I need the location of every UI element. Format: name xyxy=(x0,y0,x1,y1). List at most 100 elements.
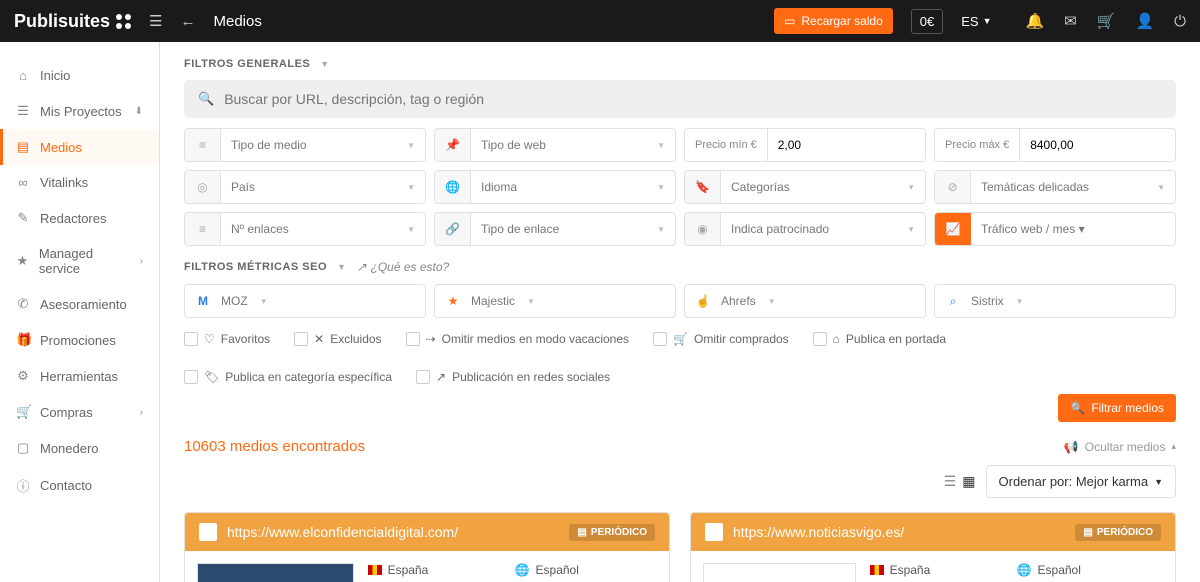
price-max-label: Precio máx € xyxy=(935,129,1020,161)
chk-favoritos[interactable]: ♡Favoritos xyxy=(184,332,270,346)
seo-ahrefs[interactable]: ☝Ahrefs▼ xyxy=(684,284,926,318)
chk-excluidos[interactable]: ✕Excluidos xyxy=(294,332,381,346)
link-icon: ∞ xyxy=(16,175,30,190)
sidebar-item-label: Asesoramiento xyxy=(40,297,127,312)
whatis-link[interactable]: ↗¿Qué es esto? xyxy=(356,260,449,274)
filter-tematicas[interactable]: ⊘Temáticas delicadas▼ xyxy=(934,170,1176,204)
sidebar-item-redactores[interactable]: ✎Redactores xyxy=(0,200,159,236)
user-icon[interactable]: 👤 xyxy=(1135,12,1154,30)
seo-majestic[interactable]: ★Majestic▼ xyxy=(434,284,676,318)
chk-vacaciones[interactable]: ⇢Omitir medios en modo vacaciones xyxy=(406,332,629,346)
search-icon: 🔍 xyxy=(198,91,214,107)
filters-seo-label: FILTROS MÉTRICAS SEO xyxy=(184,261,327,273)
chk-categoria[interactable]: 🏷Publica en categoría específica xyxy=(184,370,392,384)
filters-general-header[interactable]: FILTROS GENERALES ▼ xyxy=(184,58,1176,70)
brand-text: Publisuites xyxy=(14,11,110,32)
balance-badge[interactable]: 0€ xyxy=(911,9,943,34)
filter-label: Temáticas delicadas xyxy=(981,180,1089,194)
search-input[interactable] xyxy=(224,91,1162,107)
sidebar-item-compras[interactable]: 🛒Compras› xyxy=(0,394,159,430)
sidebar-item-managed[interactable]: ★Managed service› xyxy=(0,236,159,286)
chevron-down-icon: ▼ xyxy=(1154,477,1163,487)
chevron-down-icon: ▼ xyxy=(1016,297,1024,306)
back-arrow-icon[interactable]: ← xyxy=(180,13,195,30)
sidebar-item-monedero[interactable]: ▢Monedero xyxy=(0,430,159,466)
sidebar-item-contacto[interactable]: ⓘContacto xyxy=(0,466,159,505)
filter-patrocinado[interactable]: ◉Indica patrocinado▼ xyxy=(684,212,926,246)
filter-categorias[interactable]: 🔖Categorías▼ xyxy=(684,170,926,204)
chk-comprados[interactable]: 🛒Omitir comprados xyxy=(653,332,789,346)
info-lang: 🌐Español xyxy=(515,563,657,577)
search-row: 🔍 xyxy=(184,80,1176,118)
seo-sistrix[interactable]: ⌕Sistrix▼ xyxy=(934,284,1176,318)
filter-btn-label: Filtrar medios xyxy=(1091,401,1164,415)
sort-dropdown[interactable]: Ordenar por: Mejor karma▼ xyxy=(986,465,1176,498)
envelope-icon[interactable]: ✉ xyxy=(1064,12,1077,30)
chevron-down-icon: ▼ xyxy=(983,16,992,26)
pin-icon: 📌 xyxy=(435,129,471,161)
filter-label: Indica patrocinado xyxy=(731,222,829,236)
megaphone-icon: 📢 xyxy=(1064,440,1079,454)
list-icon: ≡ xyxy=(185,129,221,161)
filter-apply-button[interactable]: 🔍Filtrar medios xyxy=(1058,394,1176,422)
filter-precio-max: Precio máx € xyxy=(934,128,1176,162)
bell-icon[interactable]: 🔔 xyxy=(1025,12,1044,30)
filter-nenlaces[interactable]: ≡Nº enlaces▼ xyxy=(184,212,426,246)
seo-label: Ahrefs xyxy=(721,294,756,308)
chevron-down-icon: ▼ xyxy=(407,225,415,234)
sidebar-item-inicio[interactable]: ⌂Inicio xyxy=(0,58,159,93)
filter-tipo-web[interactable]: 📌Tipo de web▼ xyxy=(434,128,676,162)
card-header[interactable]: https://www.elconfidencialdigital.com/ ▤… xyxy=(185,513,669,551)
sidebar-item-vitalinks[interactable]: ∞Vitalinks xyxy=(0,165,159,200)
newspaper-icon: ▤ xyxy=(1083,527,1092,538)
grid-view-icon[interactable]: ▦ xyxy=(962,473,975,490)
price-max-input[interactable] xyxy=(1020,129,1176,161)
sidebar-item-label: Monedero xyxy=(40,441,99,456)
sidebar-item-medios[interactable]: ▤Medios xyxy=(0,129,159,165)
power-icon[interactable]: ⏻ xyxy=(1174,13,1186,30)
filters-seo-header[interactable]: FILTROS MÉTRICAS SEO ▼ ↗¿Qué es esto? xyxy=(184,260,1176,274)
checkbox-row: ♡Favoritos ✕Excluidos ⇢Omitir medios en … xyxy=(184,332,1176,384)
sidebar-item-herramientas[interactable]: ⚙Herramientas xyxy=(0,358,159,394)
chk-redes[interactable]: ↗Publicación en redes sociales xyxy=(416,370,610,384)
seo-moz[interactable]: MMOZ▼ xyxy=(184,284,426,318)
filter-precio-min: Precio mín € xyxy=(684,128,926,162)
sidebar-item-proyectos[interactable]: ☰Mis Proyectos⬇ xyxy=(0,93,159,129)
sidebar-item-asesoramiento[interactable]: ✆ Asesoramiento xyxy=(0,286,159,322)
brand-logo[interactable]: Publisuites xyxy=(14,11,131,32)
filter-pais[interactable]: ◎País▼ xyxy=(184,170,426,204)
favicon xyxy=(705,523,723,541)
sidebar-item-label: Contacto xyxy=(40,478,92,493)
sidebar-item-promociones[interactable]: 🎁Promociones xyxy=(0,322,159,358)
filter-trafico[interactable]: 📈Tráfico web / mes ▾ xyxy=(934,212,1176,246)
phone-icon: ✆ xyxy=(16,296,30,312)
shopping-cart-icon: 🛒 xyxy=(16,404,30,420)
chevron-down-icon: ▼ xyxy=(527,297,535,306)
cart-icon[interactable]: 🛒 xyxy=(1097,12,1116,30)
sidebar: ⌂Inicio ☰Mis Proyectos⬇ ▤Medios ∞Vitalin… xyxy=(0,42,160,582)
arrow-icon: ⇢ xyxy=(426,332,436,346)
price-min-label: Precio mín € xyxy=(685,129,768,161)
filter-tipoenlace[interactable]: 🔗Tipo de enlace▼ xyxy=(434,212,676,246)
card-header[interactable]: https://www.noticiasvigo.es/ ▤PERIÓDICO xyxy=(691,513,1175,551)
filter-idioma[interactable]: 🌐Idioma▼ xyxy=(434,170,676,204)
newspaper-icon: ▤ xyxy=(577,527,586,538)
list-view-icon[interactable]: ☰ xyxy=(944,473,957,490)
x-icon: ✕ xyxy=(314,332,324,346)
hamburger-icon[interactable]: ☰ xyxy=(149,12,162,30)
hide-media-toggle[interactable]: 📢Ocultar medios▴ xyxy=(1064,440,1176,454)
price-min-input[interactable] xyxy=(768,129,926,161)
star-icon: ★ xyxy=(16,253,29,269)
media-card: https://www.noticiasvigo.es/ ▤PERIÓDICO … xyxy=(690,512,1176,582)
gear-icon: ⚙ xyxy=(16,368,30,384)
recharge-button[interactable]: ▭ Recargar saldo xyxy=(774,8,893,34)
info-lang: 🌐Español xyxy=(1017,563,1163,577)
warning-icon: ⊘ xyxy=(935,171,971,203)
caret-down-icon: ▼ xyxy=(320,59,329,69)
filter-tipo-medio[interactable]: ≡Tipo de medio▼ xyxy=(184,128,426,162)
chevron-down-icon: ▼ xyxy=(407,141,415,150)
chk-portada[interactable]: ⌂Publica en portada xyxy=(813,332,946,346)
media-icon: ▤ xyxy=(16,139,30,155)
filter-label: Categorías xyxy=(731,180,790,194)
language-selector[interactable]: ES ▼ xyxy=(961,14,991,29)
